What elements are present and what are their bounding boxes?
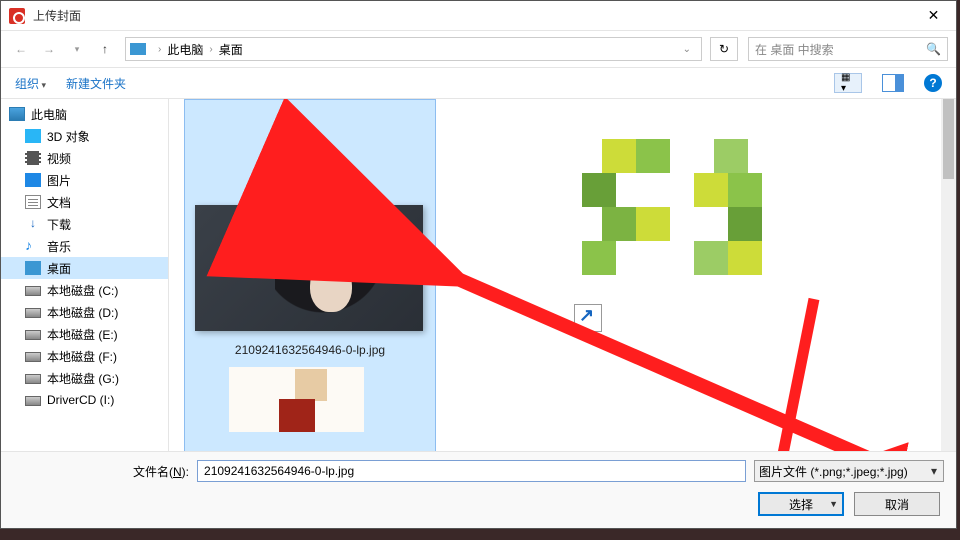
dialog-footer: 文件名(N): 图片文件 (*.png;*.jpeg;*.jpg) 选择▼ 取消 [1, 451, 956, 528]
nav-recent-dropdown[interactable]: ▾ [65, 37, 89, 61]
titlebar: 上传封面 ✕ [1, 1, 956, 31]
ico-hdd-icon [25, 374, 41, 384]
ico-hdd-icon [25, 396, 41, 406]
preview-pane-button[interactable] [882, 74, 904, 92]
file-open-dialog: 上传封面 ✕ ← → ▾ ↑ › 此电脑 › 桌面 ⌄ ↻ 在 桌面 中搜索 🔍… [0, 0, 957, 529]
ico-mus-icon: ♪ [25, 239, 41, 253]
app-icon [9, 8, 25, 24]
sidebar-item-1[interactable]: 3D 对象 [1, 125, 168, 147]
decoration [295, 369, 327, 401]
sidebar-item-label: 此电脑 [31, 106, 67, 123]
search-placeholder: 在 桌面 中搜索 [755, 41, 926, 58]
ico-hdd-icon [25, 286, 41, 296]
shortcut-overlay-icon [574, 304, 602, 332]
ico-desk-icon [25, 261, 41, 275]
sidebar-item-11[interactable]: 本地磁盘 (F:) [1, 345, 168, 367]
sidebar-item-label: DriverCD (I:) [47, 393, 114, 407]
scrollbar[interactable] [941, 99, 956, 451]
scroll-thumb[interactable] [943, 99, 954, 179]
file-name-label: 2109241632564946-0-lp.jpg [199, 343, 421, 357]
file-item[interactable] [582, 139, 782, 279]
refresh-button[interactable]: ↻ [710, 37, 738, 61]
annotation-arrow [429, 262, 956, 451]
open-button[interactable]: 选择▼ [758, 492, 844, 516]
sidebar-item-label: 3D 对象 [47, 128, 90, 145]
search-input[interactable]: 在 桌面 中搜索 🔍 [748, 37, 948, 61]
chevron-down-icon[interactable]: ⌄ [683, 44, 691, 55]
sidebar-item-10[interactable]: 本地磁盘 (E:) [1, 323, 168, 345]
search-icon: 🔍 [926, 42, 941, 56]
cancel-button[interactable]: 取消 [854, 492, 940, 516]
sidebar-item-5[interactable]: ↓ 下载 [1, 213, 168, 235]
ico-pc-icon [9, 107, 25, 121]
sidebar-item-label: 本地磁盘 (D:) [47, 304, 118, 321]
ico-dl-icon: ↓ [25, 217, 41, 231]
sidebar-item-7[interactable]: 桌面 [1, 257, 168, 279]
annotation-arrow [759, 299, 839, 451]
breadcrumb[interactable]: › 此电脑 › 桌面 ⌄ [125, 37, 702, 61]
sidebar-item-0[interactable]: 此电脑 [1, 103, 168, 125]
sidebar-item-label: 图片 [47, 172, 71, 189]
sidebar-item-2[interactable]: 视频 [1, 147, 168, 169]
sidebar-item-6[interactable]: ♪ 音乐 [1, 235, 168, 257]
ico-doc-icon [25, 195, 41, 209]
breadcrumb-loc[interactable]: 桌面 [219, 41, 243, 58]
chevron-right-icon: › [209, 44, 212, 55]
new-folder-button[interactable]: 新建文件夹 [66, 75, 126, 92]
toolbar: 组织 新建文件夹 ▦ ▾ ? [1, 67, 956, 99]
dialog-body: 此电脑 3D 对象视频图片文档 ↓ 下载 ♪ 音乐桌面本地磁盘 (C:) 本地磁盘 (D:)… [1, 99, 956, 451]
sidebar-item-label: 音乐 [47, 238, 71, 255]
close-button[interactable]: ✕ [911, 1, 956, 31]
sidebar-item-label: 本地磁盘 (C:) [47, 282, 118, 299]
ico-hdd-icon [25, 330, 41, 340]
sidebar-item-label: 下载 [47, 216, 71, 233]
chevron-right-icon: › [158, 44, 161, 55]
sidebar-item-label: 桌面 [47, 260, 71, 277]
ico-3d-icon [25, 129, 41, 143]
ico-vid-icon [25, 151, 41, 165]
sidebar-item-label: 视频 [47, 150, 71, 167]
sidebar-item-13[interactable]: DriverCD (I:) [1, 389, 168, 411]
filename-input[interactable] [197, 460, 746, 482]
sidebar-tree: 此电脑 3D 对象视频图片文档 ↓ 下载 ♪ 音乐桌面本地磁盘 (C:) 本地磁盘 (D:)… [1, 99, 169, 451]
nav-bar: ← → ▾ ↑ › 此电脑 › 桌面 ⌄ ↻ 在 桌面 中搜索 🔍 [1, 31, 956, 67]
ico-hdd-icon [25, 352, 41, 362]
monitor-icon [130, 43, 146, 55]
filetype-select[interactable]: 图片文件 (*.png;*.jpeg;*.jpg) [754, 460, 944, 482]
file-thumbnail[interactable] [195, 205, 423, 331]
ico-pic-icon [25, 173, 41, 187]
nav-forward-button[interactable]: → [37, 37, 61, 61]
sidebar-item-12[interactable]: 本地磁盘 (G:) [1, 367, 168, 389]
file-list-pane[interactable]: 2109241632564946-0-lp.jpg [169, 99, 956, 451]
sidebar-item-label: 本地磁盘 (G:) [47, 370, 119, 387]
sidebar-item-label: 本地磁盘 (E:) [47, 326, 118, 343]
sidebar-item-9[interactable]: 本地磁盘 (D:) [1, 301, 168, 323]
sidebar-item-3[interactable]: 图片 [1, 169, 168, 191]
sidebar-item-8[interactable]: 本地磁盘 (C:) [1, 279, 168, 301]
breadcrumb-root[interactable]: 此电脑 [167, 41, 203, 58]
help-icon[interactable]: ? [924, 74, 942, 92]
sidebar-item-label: 文档 [47, 194, 71, 211]
dialog-title: 上传封面 [33, 7, 911, 24]
filename-label: 文件名(N): [133, 463, 189, 480]
organize-menu[interactable]: 组织 [15, 75, 46, 92]
ico-hdd-icon [25, 308, 41, 318]
nav-up-button[interactable]: ↑ [93, 37, 117, 61]
sidebar-item-label: 本地磁盘 (F:) [47, 348, 117, 365]
decoration [279, 399, 315, 432]
sidebar-item-4[interactable]: 文档 [1, 191, 168, 213]
view-mode-button[interactable]: ▦ ▾ [834, 73, 862, 93]
nav-back-button[interactable]: ← [9, 37, 33, 61]
